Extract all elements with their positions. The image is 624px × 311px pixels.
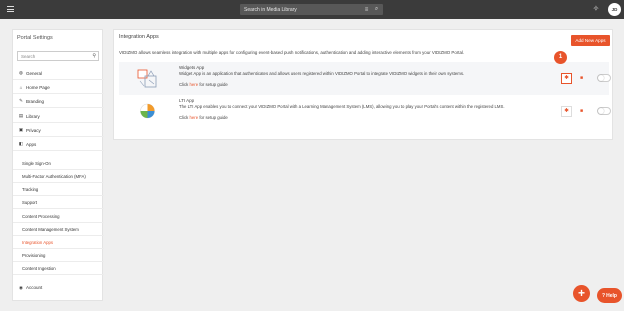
- sub-item-provisioning[interactable]: Provisioning: [13, 249, 104, 262]
- add-new-apps-button[interactable]: Add New Apps: [571, 35, 610, 46]
- sidebar-item-label: Apps: [26, 141, 37, 147]
- sidebar-item-label: Home Page: [26, 84, 50, 90]
- filter-icon[interactable]: ≡: [362, 5, 371, 14]
- media-search: ≡ ⌕: [240, 4, 383, 15]
- sub-item-support[interactable]: Support: [13, 196, 104, 209]
- home-icon: ⌂: [19, 84, 23, 90]
- sub-item-tracking[interactable]: Tracking: [13, 183, 104, 196]
- page-description: VIDIZMO allows seamless integration with…: [119, 50, 465, 55]
- guide-prefix: Click: [179, 82, 189, 87]
- sidebar-item-library[interactable]: ▤ Library: [13, 110, 104, 123]
- integration-apps-panel: Integration Apps Add New Apps VIDIZMO al…: [113, 29, 613, 140]
- app-row-widgets: Widgets App Widget App is an application…: [119, 62, 611, 95]
- setup-guide-link[interactable]: here: [190, 115, 199, 120]
- sidebar-item-branding[interactable]: ✎ Branding: [13, 95, 104, 108]
- sidebar-item-account[interactable]: ◉ Account: [13, 281, 104, 294]
- user-icon: ◉: [19, 284, 23, 290]
- lock-icon: ▣: [18, 127, 24, 132]
- sidebar-item-label: Branding: [26, 98, 45, 104]
- app-name: LTI App: [179, 98, 195, 103]
- app-description: The LTI App enables you to connect your …: [179, 104, 505, 109]
- sub-item-content-ingestion[interactable]: Content Ingestion: [13, 262, 104, 275]
- plus-icon: +: [577, 286, 585, 300]
- app-enable-toggle[interactable]: [597, 74, 611, 82]
- delete-app-button[interactable]: ■: [577, 73, 586, 84]
- app-enable-toggle[interactable]: [597, 107, 611, 115]
- top-bar: ≡ ⌕ ✧ JD: [0, 0, 624, 19]
- help-label: Help: [606, 292, 617, 299]
- sidebar-item-label: General: [26, 70, 43, 76]
- portal-settings-panel: Portal Settings ⚲ ◍ General ⌂ Home Page …: [12, 29, 104, 301]
- app-settings-button[interactable]: ✱: [561, 73, 572, 84]
- page-title: Integration Apps: [119, 34, 159, 40]
- brush-icon: ✎: [19, 98, 23, 103]
- globe-icon: ◍: [19, 70, 23, 75]
- guide-prefix: Click: [179, 115, 189, 120]
- help-button[interactable]: ? Help: [597, 288, 622, 303]
- gear-icon: ✱: [564, 75, 569, 81]
- sidebar-item-privacy[interactable]: ▣ Privacy: [13, 124, 104, 137]
- library-icon: ▤: [18, 113, 24, 118]
- setup-guide-link[interactable]: here: [190, 82, 199, 87]
- sidebar-item-label: Account: [26, 285, 43, 290]
- add-fab-button[interactable]: +: [573, 285, 590, 302]
- tools-icon[interactable]: ✧: [591, 4, 601, 14]
- trash-icon: ■: [579, 75, 584, 81]
- sub-item-content-processing[interactable]: Content Processing: [13, 210, 104, 223]
- guide-suffix: for setup guide: [199, 115, 228, 120]
- lti-icon: [137, 100, 158, 122]
- apps-icon: ◧: [18, 141, 24, 146]
- app-settings-button[interactable]: ✱: [561, 106, 572, 117]
- avatar[interactable]: JD: [608, 3, 621, 16]
- search-icon[interactable]: ⌕: [372, 5, 381, 14]
- setup-guide-text: Click here for setup guide: [179, 82, 228, 87]
- sub-item-single-sign-on[interactable]: Single Sign-On: [13, 157, 104, 170]
- app-name: Widgets App: [179, 65, 205, 70]
- panel-title: Portal Settings: [17, 35, 53, 41]
- sub-item-cms[interactable]: Content Management System: [13, 223, 104, 236]
- step-badge: 1: [554, 51, 567, 64]
- sub-item-mfa[interactable]: Multi-Factor Authentication (MFA): [13, 170, 104, 183]
- search-icon[interactable]: ⚲: [92, 53, 96, 59]
- menu-icon[interactable]: [7, 6, 14, 12]
- gear-icon: ✱: [564, 108, 569, 114]
- sidebar-item-label: Privacy: [26, 127, 41, 133]
- guide-suffix: for setup guide: [199, 82, 228, 87]
- help-icon: ?: [602, 292, 606, 299]
- sub-item-integration-apps[interactable]: Integration Apps: [13, 236, 104, 249]
- sidebar-item-home-page[interactable]: ⌂ Home Page: [13, 81, 104, 94]
- sidebar-item-label: Library: [26, 113, 40, 119]
- setup-guide-text: Click here for setup guide: [179, 115, 228, 120]
- app-row-lti: LTI App The LTI App enables you to conne…: [119, 95, 611, 128]
- media-search-input[interactable]: [240, 4, 362, 15]
- trash-icon: ■: [579, 108, 584, 114]
- delete-app-button[interactable]: ■: [577, 106, 586, 117]
- puzzle-icon: [137, 67, 158, 89]
- app-description: Widget App is an application that authen…: [179, 71, 465, 76]
- sidebar-item-general[interactable]: ◍ General: [13, 67, 104, 80]
- settings-search: ⚲: [17, 51, 99, 61]
- sidebar-item-apps[interactable]: ◧ Apps: [13, 138, 104, 151]
- settings-search-input[interactable]: [18, 52, 88, 60]
